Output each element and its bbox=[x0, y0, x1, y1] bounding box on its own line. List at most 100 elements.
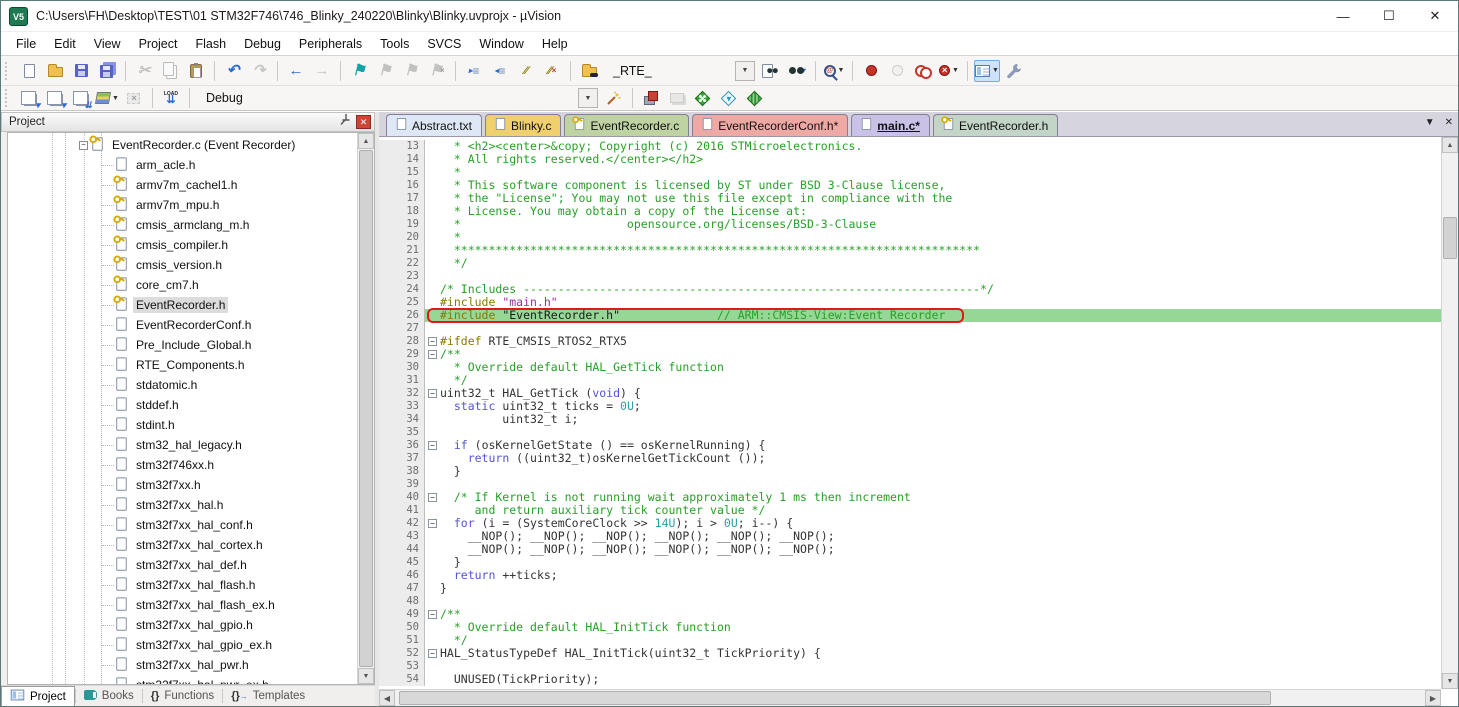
panel-tab-functions[interactable]: {}Functions bbox=[143, 686, 222, 706]
fold-collapse-icon[interactable]: − bbox=[428, 389, 437, 398]
tree-item[interactable]: stm32f7xx_hal_conf.h bbox=[8, 515, 357, 535]
incremental-find-button[interactable]: ▾ bbox=[785, 60, 809, 82]
code-line-47[interactable]: 47} bbox=[379, 582, 1441, 595]
tree-item[interactable]: EventRecorderConf.h bbox=[8, 315, 357, 335]
manage-rte-button[interactable] bbox=[691, 87, 715, 109]
code-line-21[interactable]: 21 *************************************… bbox=[379, 244, 1441, 257]
tab-list-dropdown-icon[interactable]: ▼ bbox=[1425, 117, 1435, 128]
document-tab-main-c-[interactable]: main.c* bbox=[851, 114, 930, 136]
tree-item[interactable]: stm32f7xx.h bbox=[8, 475, 357, 495]
tree-item[interactable]: arm_acle.h bbox=[8, 155, 357, 175]
tree-item[interactable]: stm32f7xx_hal_gpio_ex.h bbox=[8, 635, 357, 655]
code-line-48[interactable]: 48 bbox=[379, 595, 1441, 608]
minimize-button[interactable]: — bbox=[1320, 1, 1366, 31]
window-layout-button[interactable]: ▼ bbox=[974, 60, 1000, 82]
previous-bookmark-button[interactable]: ⚑ bbox=[373, 60, 397, 82]
panel-tab-templates[interactable]: {}→Templates bbox=[223, 686, 313, 706]
tree-item[interactable]: stm32f7xx_hal_flash_ex.h bbox=[8, 595, 357, 615]
panel-tab-project[interactable]: Project bbox=[1, 686, 75, 706]
code-line-26[interactable]: 26#include "EventRecorder.h" // ARM::CMS… bbox=[379, 309, 1441, 322]
menu-svcs[interactable]: SVCS bbox=[418, 34, 470, 54]
batch-build-button[interactable]: ▼ bbox=[95, 87, 120, 109]
toolbar-grip[interactable] bbox=[5, 89, 10, 107]
undo-button[interactable]: ↶ bbox=[221, 60, 245, 82]
chevron-down-icon[interactable]: ▼ bbox=[992, 67, 999, 74]
tree-item[interactable]: stm32f7xx_hal_pwr.h bbox=[8, 655, 357, 675]
scroll-right-icon[interactable]: ▶ bbox=[1425, 690, 1441, 706]
menu-edit[interactable]: Edit bbox=[45, 34, 85, 54]
disable-all-breakpoints-button[interactable] bbox=[911, 60, 935, 82]
search-text-combo[interactable]: _RTE_▼ bbox=[605, 61, 755, 81]
paste-button[interactable] bbox=[184, 60, 208, 82]
tree-item[interactable]: stm32f7xx_hal_pwr_ex.h bbox=[8, 675, 357, 685]
chevron-down-icon[interactable]: ▼ bbox=[112, 95, 119, 102]
fold-collapse-icon[interactable]: − bbox=[428, 610, 437, 619]
close-button[interactable]: ✕ bbox=[1412, 1, 1458, 31]
menu-peripherals[interactable]: Peripherals bbox=[290, 34, 371, 54]
document-tab-blinky-c[interactable]: Blinky.c bbox=[485, 114, 561, 136]
redo-button[interactable]: ↷ bbox=[247, 60, 271, 82]
scroll-down-icon[interactable]: ▼ bbox=[1442, 673, 1458, 689]
scrollbar-thumb[interactable] bbox=[359, 150, 373, 667]
tree-item[interactable]: armv7m_cachel1.h bbox=[8, 175, 357, 195]
tree-item[interactable]: stm32f7xx_hal_cortex.h bbox=[8, 535, 357, 555]
tree-item[interactable]: stm32f7xx_hal.h bbox=[8, 495, 357, 515]
clear-bookmarks-button[interactable]: ⚑× bbox=[425, 60, 449, 82]
code-line-44[interactable]: 44 __NOP(); __NOP(); __NOP(); __NOP(); _… bbox=[379, 543, 1441, 556]
editor-vertical-scrollbar[interactable]: ▲ ▼ bbox=[1441, 137, 1458, 689]
tree-item[interactable]: RTE_Components.h bbox=[8, 355, 357, 375]
scroll-up-icon[interactable]: ▲ bbox=[358, 133, 374, 149]
tree-item[interactable]: stdint.h bbox=[8, 415, 357, 435]
pin-icon[interactable] bbox=[339, 113, 352, 131]
manage-components-button[interactable] bbox=[639, 87, 663, 109]
tree-item[interactable]: EventRecorder.h bbox=[8, 295, 357, 315]
chevron-down-icon[interactable]: ▼ bbox=[735, 61, 755, 81]
expand-collapse-icon[interactable]: − bbox=[79, 141, 88, 150]
next-bookmark-button[interactable]: ⚑ bbox=[399, 60, 423, 82]
navigate-forward-button[interactable]: → bbox=[310, 60, 334, 82]
panel-tab-books[interactable]: Books bbox=[76, 686, 142, 706]
tree-item[interactable]: cmsis_compiler.h bbox=[8, 235, 357, 255]
find-symbol-button[interactable]: @▼ bbox=[822, 60, 846, 82]
code-line-30[interactable]: 30 * Override default HAL_GetTick functi… bbox=[379, 361, 1441, 374]
toggle-bookmark-button[interactable]: ⚑ bbox=[347, 60, 371, 82]
fold-collapse-icon[interactable]: − bbox=[428, 493, 437, 502]
fold-collapse-icon[interactable]: − bbox=[428, 337, 437, 346]
copy-button[interactable] bbox=[158, 60, 182, 82]
scrollbar-thumb[interactable] bbox=[399, 691, 1271, 705]
tree-item[interactable]: stm32f7xx_hal_flash.h bbox=[8, 575, 357, 595]
editor-horizontal-scrollbar[interactable]: ◀ ▶ bbox=[379, 689, 1441, 706]
scroll-down-icon[interactable]: ▼ bbox=[358, 668, 374, 684]
build-button[interactable]: ▾ bbox=[43, 87, 67, 109]
code-line-28[interactable]: 28−#ifdef RTE_CMSIS_RTOS2_RTX5 bbox=[379, 335, 1441, 348]
select-packs-button[interactable]: ▼ bbox=[717, 87, 741, 109]
code-line-38[interactable]: 38 } bbox=[379, 465, 1441, 478]
code-line-22[interactable]: 22 */ bbox=[379, 257, 1441, 270]
tree-item[interactable]: stddef.h bbox=[8, 395, 357, 415]
enable-disable-breakpoint-button[interactable] bbox=[885, 60, 909, 82]
code-line-50[interactable]: 50 * Override default HAL_InitTick funct… bbox=[379, 621, 1441, 634]
tree-item[interactable]: cmsis_version.h bbox=[8, 255, 357, 275]
save-all-button[interactable] bbox=[95, 60, 119, 82]
navigate-back-button[interactable]: ← bbox=[284, 60, 308, 82]
pack-installer-button[interactable] bbox=[743, 87, 767, 109]
kill-all-breakpoints-button[interactable]: ×▼ bbox=[937, 60, 961, 82]
target-select-combo[interactable]: Debug▼ bbox=[198, 88, 598, 108]
find-dialog-button[interactable] bbox=[759, 60, 783, 82]
menu-file[interactable]: File bbox=[7, 34, 45, 54]
comment-button[interactable]: ∕∕ bbox=[514, 60, 538, 82]
project-tree[interactable]: −EventRecorder.c (Event Recorder)arm_acl… bbox=[7, 132, 375, 685]
menu-window[interactable]: Window bbox=[470, 34, 532, 54]
scrollbar-thumb[interactable] bbox=[1443, 217, 1457, 259]
tree-item[interactable]: stm32_hal_legacy.h bbox=[8, 435, 357, 455]
tree-item[interactable]: cmsis_armclang_m.h bbox=[8, 215, 357, 235]
tree-item-root[interactable]: −EventRecorder.c (Event Recorder) bbox=[8, 135, 357, 155]
fold-collapse-icon[interactable]: − bbox=[428, 649, 437, 658]
configure-button[interactable] bbox=[1002, 60, 1026, 82]
insert-breakpoint-button[interactable] bbox=[859, 60, 883, 82]
scroll-up-icon[interactable]: ▲ bbox=[1442, 137, 1458, 153]
indent-button[interactable]: ▸≡ bbox=[462, 60, 486, 82]
document-tab-eventrecorderconf-h-[interactable]: EventRecorderConf.h* bbox=[692, 114, 848, 136]
chevron-down-icon[interactable]: ▼ bbox=[838, 67, 845, 74]
close-panel-icon[interactable]: ✕ bbox=[356, 115, 371, 129]
